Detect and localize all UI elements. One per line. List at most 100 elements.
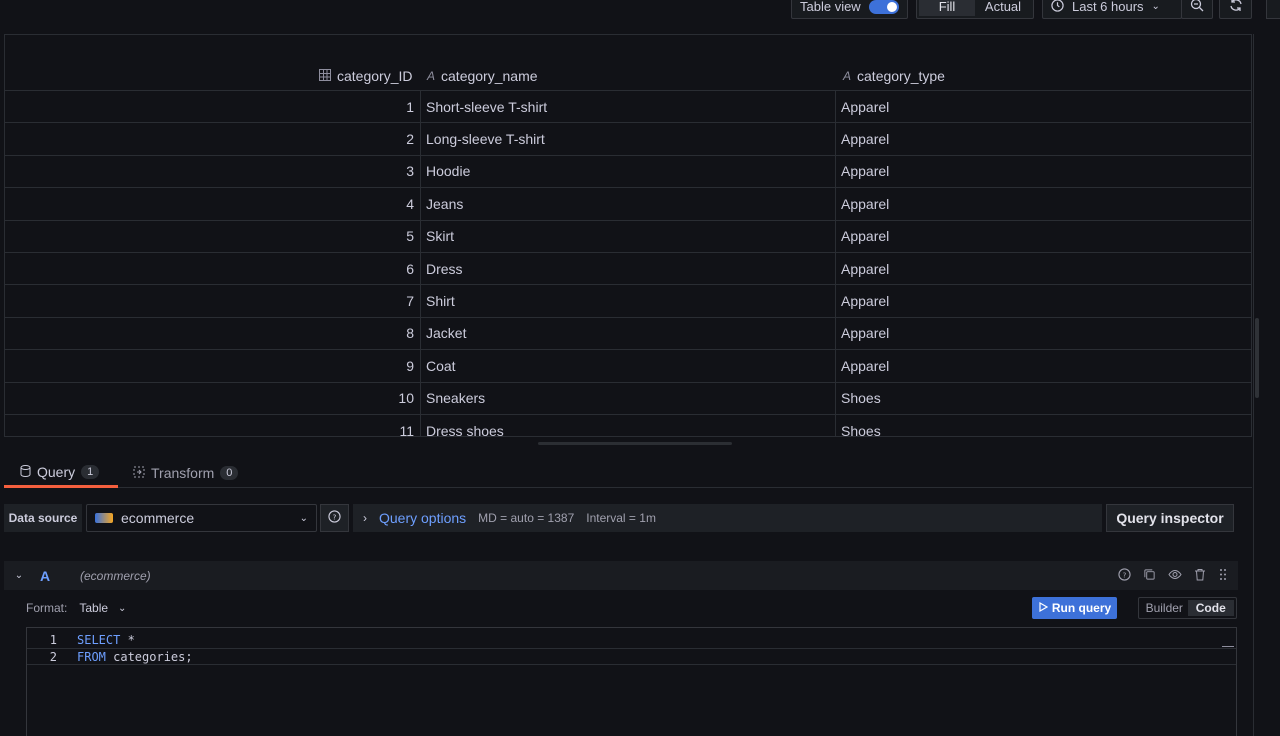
sql-keyword: SELECT (77, 632, 121, 647)
text-type-icon: A (427, 69, 436, 83)
zoom-out-icon (1190, 0, 1204, 15)
zoom-out-button[interactable] (1181, 0, 1213, 19)
table-cell-name: Jeans (426, 195, 464, 212)
code-line[interactable]: 1 SELECT * (27, 631, 1236, 648)
tab-query[interactable]: Query 1 (4, 458, 118, 488)
builder-mode-option[interactable]: Builder (1141, 600, 1188, 616)
chevron-down-icon[interactable]: ⌄ (118, 603, 126, 614)
table-cell-type: Apparel (841, 293, 890, 310)
table-cell-type: Shoes (841, 390, 881, 407)
table-row[interactable]: 3 Hoodie Apparel (5, 156, 1251, 189)
table-cell-name: Coat (426, 357, 456, 374)
data-source-value: ecommerce (121, 510, 195, 526)
table-cell-name: Skirt (426, 228, 454, 245)
actual-option[interactable]: Actual (975, 0, 1031, 16)
table-cell-type: Apparel (841, 357, 890, 374)
table-cell-id: 11 (399, 422, 414, 437)
table-row[interactable]: 10 Sneakers Shoes (5, 383, 1251, 415)
sql-keyword: FROM (77, 649, 106, 664)
query-options-bar[interactable]: › Query options MD = auto = 1387 Interva… (353, 504, 1102, 532)
refresh-button[interactable] (1219, 0, 1252, 19)
drag-handle-icon[interactable] (1218, 568, 1228, 584)
tab-transform[interactable]: Transform 0 (133, 458, 239, 488)
tab-transform-count: 0 (220, 466, 239, 480)
table-cell-name: Long-sleeve T-shirt (426, 131, 545, 148)
interval-info: Interval = 1m (586, 511, 656, 525)
table-row[interactable]: 2 Long-sleeve T-shirt Apparel (5, 123, 1251, 156)
table-row[interactable]: 6 Dress Apparel (5, 253, 1251, 286)
svg-text:?: ? (333, 512, 337, 521)
table-panel: category_ID A category_name A category_t… (4, 34, 1252, 437)
column-header-category-name[interactable]: A category_name (427, 68, 538, 84)
duplicate-icon[interactable] (1143, 568, 1156, 584)
table-row[interactable]: 7 Shirt Apparel (5, 285, 1251, 318)
tab-query-count: 1 (81, 464, 100, 479)
query-datasource-name: (ecommerce) (80, 568, 151, 583)
table-cell-type: Shoes (841, 422, 881, 437)
data-source-help-button[interactable]: ? (320, 504, 349, 532)
table-cell-type: Apparel (841, 260, 890, 277)
fill-option[interactable]: Fill (919, 0, 975, 16)
chevron-down-icon: ⌄ (299, 512, 308, 524)
query-ref-id[interactable]: A (34, 568, 80, 584)
run-query-label: Run query (1051, 601, 1112, 615)
table-cell-id: 6 (406, 260, 414, 277)
table-row[interactable]: 5 Skirt Apparel (5, 221, 1251, 253)
time-range-picker[interactable]: Last 6 hours ⌄ (1042, 0, 1182, 19)
svg-text:?: ? (1123, 570, 1127, 579)
table-cell-type: Apparel (841, 325, 890, 342)
table-cell-id: 7 (406, 293, 414, 310)
column-header-category-id[interactable]: category_ID (319, 68, 412, 84)
table-grid-icon (319, 68, 331, 84)
table-row[interactable]: 11 Dress shoes Shoes (5, 415, 1251, 437)
table-view-toggle[interactable] (868, 0, 899, 14)
fill-actual-switch[interactable]: Fill Actual (916, 0, 1034, 19)
line-number: 1 (49, 632, 57, 647)
chevron-right-icon: › (363, 511, 367, 525)
sql-text: categories; (105, 649, 193, 664)
table-cell-type: Apparel (841, 131, 890, 148)
md-info: MD = auto = 1387 (478, 511, 575, 525)
code-line-current[interactable]: 2 FROM categories; (27, 648, 1236, 665)
play-icon (1038, 601, 1049, 615)
table-row[interactable]: 1 Short-sleeve T-shirt Apparel (5, 91, 1251, 124)
sql-code-editor[interactable]: 1 SELECT * 2 FROM categories; (26, 627, 1237, 736)
query-inspector-button[interactable]: Query inspector (1106, 504, 1234, 532)
top-toolbar: Table view Fill Actual Last 6 hours ⌄ (0, 0, 1280, 34)
code-text: SELECT * (77, 633, 135, 647)
table-cell-id: 10 (398, 390, 414, 407)
eye-icon[interactable] (1168, 568, 1182, 584)
format-label: Format: (26, 601, 68, 615)
line-number: 2 (49, 649, 57, 664)
table-cell-type: Apparel (841, 195, 890, 212)
clock-icon (1051, 0, 1064, 15)
editor-mode-switch[interactable]: Builder Code (1138, 597, 1237, 619)
query-options-title[interactable]: Query options (379, 510, 466, 526)
run-query-button[interactable]: Run query (1032, 597, 1117, 619)
table-cell-id: 3 (406, 163, 414, 180)
code-mode-option[interactable]: Code (1187, 600, 1234, 616)
panel-resize-handle[interactable] (538, 442, 732, 445)
table-cell-id: 2 (406, 131, 414, 148)
table-view-label: Table view (800, 0, 861, 14)
query-row-header: ⌄ A (ecommerce) ? (4, 561, 1238, 590)
format-select-value[interactable]: Table (79, 601, 108, 615)
table-row[interactable]: 9 Coat Apparel (5, 350, 1251, 383)
table-cell-id: 1 (406, 98, 414, 115)
table-cell-name: Dress (426, 260, 463, 277)
data-source-select[interactable]: ecommerce ⌄ (86, 504, 317, 532)
datasource-logo-icon (95, 513, 113, 523)
help-icon[interactable]: ? (1118, 567, 1131, 584)
sidebar-toggle-button[interactable] (1266, 0, 1280, 19)
chevron-down-icon[interactable]: ⌄ (4, 570, 34, 581)
table-view-toggle-group[interactable]: Table view (791, 0, 908, 19)
table-cell-name: Hoodie (426, 163, 471, 180)
query-row-actions: ? (1118, 567, 1238, 584)
table-row[interactable]: 8 Jacket Apparel (5, 318, 1251, 351)
time-range-label: Last 6 hours (1072, 0, 1144, 14)
table-row[interactable]: 4 Jeans Apparel (5, 188, 1251, 221)
table-cell-id: 9 (406, 357, 414, 374)
trash-icon[interactable] (1194, 568, 1206, 584)
table-cell-id: 5 (406, 228, 414, 245)
column-header-category-type[interactable]: A category_type (843, 68, 945, 84)
